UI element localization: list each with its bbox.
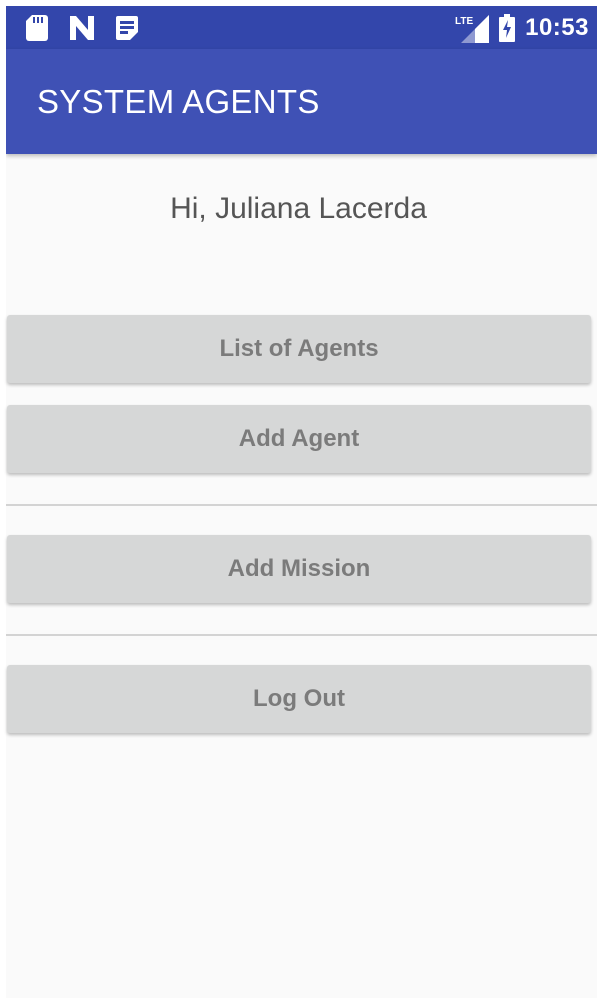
status-clock: 10:53 (525, 14, 589, 41)
status-bar: LTE 10:53 (6, 6, 597, 49)
app-screen: LTE 10:53 SYSTEM AGENTS (6, 6, 597, 998)
divider (6, 504, 597, 506)
log-out-button[interactable]: Log Out (7, 665, 591, 733)
greeting-text: Hi, Juliana Lacerda (170, 192, 427, 225)
app-bar: SYSTEM AGENTS (6, 49, 597, 154)
status-notifications (26, 15, 138, 41)
network-label: LTE (455, 16, 473, 27)
divider (6, 634, 597, 636)
note-icon (116, 16, 138, 40)
lte-signal-icon: LTE (455, 13, 490, 43)
n-notification-icon (70, 16, 94, 40)
sd-card-icon (26, 15, 48, 41)
list-agents-button[interactable]: List of Agents (7, 315, 591, 383)
status-system: LTE 10:53 (455, 12, 589, 44)
battery-charging-icon (499, 14, 516, 42)
app-title: SYSTEM AGENTS (37, 83, 320, 120)
add-agent-button[interactable]: Add Agent (7, 405, 591, 473)
add-mission-button[interactable]: Add Mission (7, 535, 591, 603)
